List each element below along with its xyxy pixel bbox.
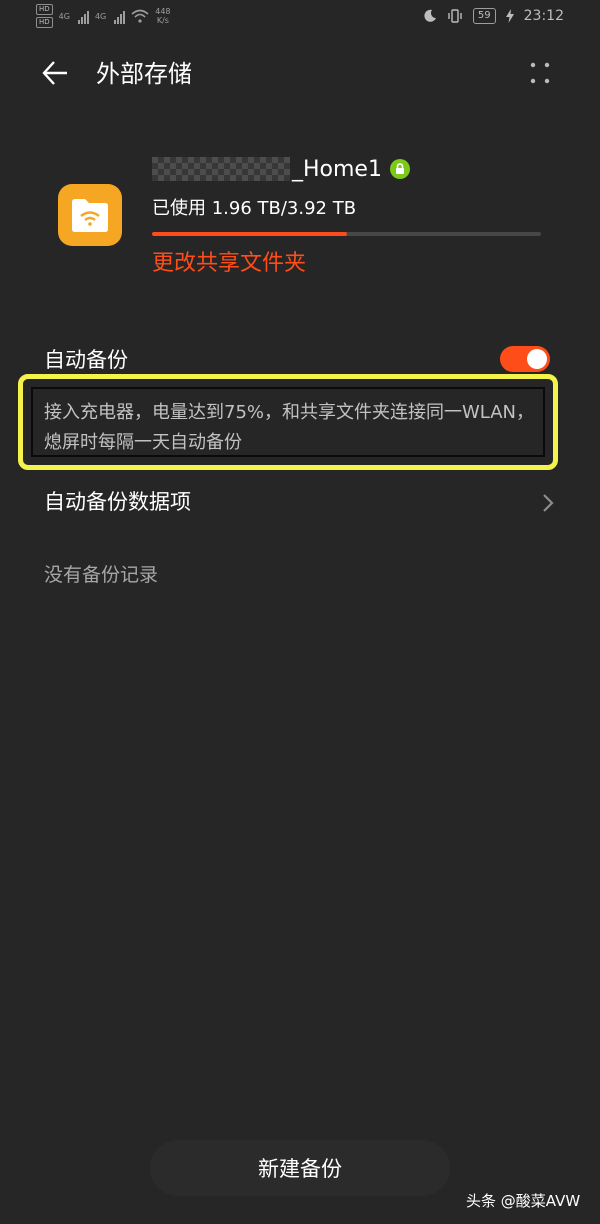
auto-backup-description: 接入充电器，电量达到75%，和共享文件夹连接同一WLAN，熄屏时每隔一天自动备份 xyxy=(44,402,535,453)
wifi-icon xyxy=(131,9,149,23)
back-arrow-icon xyxy=(42,61,67,85)
redacted-name-mask xyxy=(152,157,290,181)
network-type: 4G xyxy=(58,11,70,21)
chevron-right-icon xyxy=(543,494,554,512)
wifi-folder-icon xyxy=(72,199,108,232)
new-backup-button[interactable]: 新建备份 xyxy=(150,1140,450,1196)
storage-usage-text: 已使用 1.96 TB/3.92 TB xyxy=(152,198,357,219)
speed-value: 448 xyxy=(155,7,171,16)
hd-badge: HD xyxy=(36,17,53,28)
change-shared-folder-link[interactable]: 更改共享文件夹 xyxy=(152,248,306,280)
hd-badges: HD HD xyxy=(36,4,53,28)
backup-data-items-row[interactable]: 自动备份数据项 xyxy=(0,482,600,524)
storage-progress-bar xyxy=(152,232,541,236)
signal-icon xyxy=(114,8,126,24)
speed-unit: K/s xyxy=(156,16,169,25)
clock: 23:12 xyxy=(523,8,564,24)
watermark: 头条 @酸菜AVW xyxy=(466,1192,581,1210)
charging-icon xyxy=(505,9,514,23)
more-options-button[interactable] xyxy=(524,58,556,90)
network-speed: 448 K/s xyxy=(155,7,170,25)
shared-folder-icon xyxy=(58,184,122,246)
status-right: 59 23:12 xyxy=(423,8,564,24)
no-backup-record-text: 没有备份记录 xyxy=(44,564,159,586)
status-bar: HD HD 4G 4G 448 K/s 59 23:12 xyxy=(0,0,600,36)
lock-icon xyxy=(389,159,410,179)
signal-icon xyxy=(77,8,89,24)
device-name: _Home1 xyxy=(152,154,410,184)
auto-backup-toggle[interactable] xyxy=(500,346,550,372)
network-type: 4G xyxy=(94,11,107,21)
back-button[interactable] xyxy=(40,58,76,90)
more-dots-icon xyxy=(530,62,550,84)
moon-icon xyxy=(424,9,436,22)
app-bar: 外部存储 xyxy=(0,50,600,98)
page-title: 外部存储 xyxy=(96,60,192,88)
storage-progress-fill xyxy=(152,232,347,236)
backup-data-items-label: 自动备份数据项 xyxy=(44,490,191,514)
toggle-knob xyxy=(527,349,547,369)
status-left: HD HD 4G 4G 448 K/s xyxy=(36,4,171,28)
battery-icon: 59 xyxy=(472,8,496,24)
auto-backup-label: 自动备份 xyxy=(44,348,128,372)
device-name-text: _Home1 xyxy=(292,156,382,182)
hd-badge: HD xyxy=(36,4,53,15)
vibrate-icon xyxy=(448,9,462,23)
